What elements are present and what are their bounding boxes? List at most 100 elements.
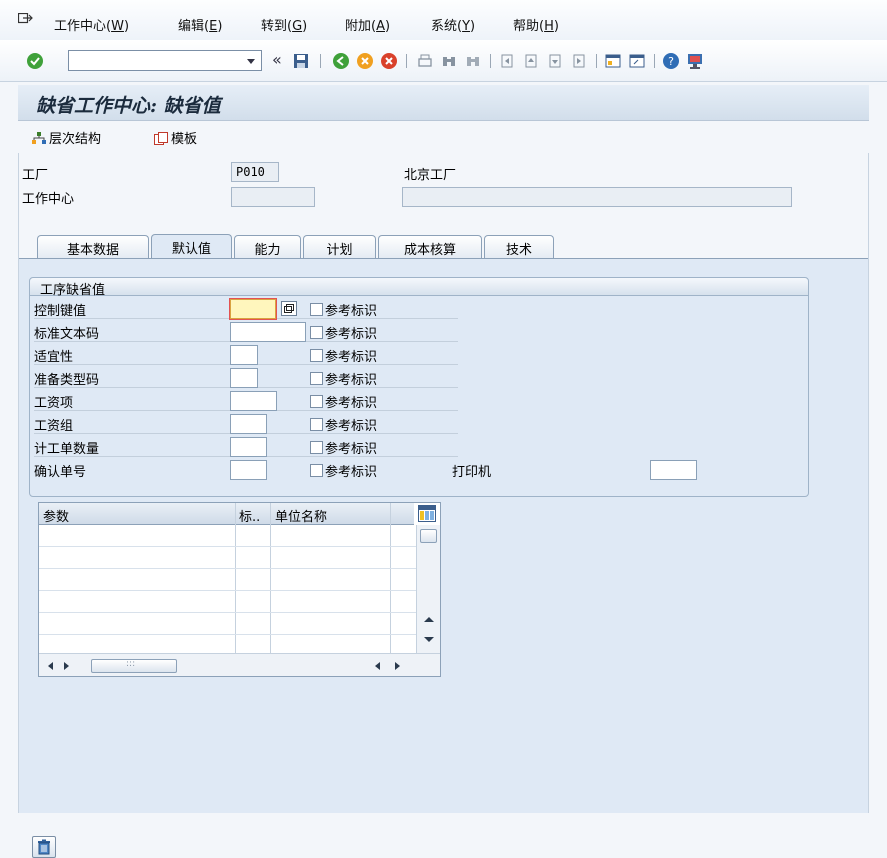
tab-default-values[interactable]: 默认值 (151, 234, 232, 259)
toolbar-separator (406, 54, 407, 68)
column-header-flag[interactable]: 标.. (239, 506, 260, 525)
menu-extras[interactable]: 附加(A) (345, 15, 390, 34)
suitability-ref-label: 参考标识 (325, 350, 378, 365)
confirmation-number-field[interactable] (230, 460, 267, 480)
table-row[interactable] (39, 590, 416, 591)
tab-costing[interactable]: 成本核算 (378, 235, 482, 258)
tab-scheduling[interactable]: 计划 (303, 235, 376, 258)
customize-layout-icon[interactable] (686, 52, 704, 70)
column-divider (390, 503, 391, 653)
menu-edit[interactable]: 编辑(E) (178, 15, 222, 34)
matchcode-icon[interactable] (281, 301, 297, 316)
table-horizontal-scrollbar[interactable]: ::: (39, 653, 440, 676)
setup-type-key-field[interactable] (230, 368, 258, 388)
template-button[interactable]: 模板 (154, 128, 197, 147)
suitability-ref-checkbox[interactable] (310, 349, 323, 362)
scroll-up-icon[interactable] (424, 617, 434, 622)
toolbar-separator (490, 54, 491, 68)
column-header-parameter[interactable]: 参数 (43, 506, 69, 525)
column-divider (235, 503, 236, 653)
cancel-icon[interactable] (380, 52, 398, 70)
printer-field[interactable] (650, 460, 697, 480)
table-row[interactable] (39, 568, 416, 569)
hierarchy-icon (32, 132, 46, 144)
confirmation-number-ref-label: 参考标识 (325, 465, 378, 480)
last-page-icon[interactable] (570, 52, 588, 70)
horizontal-scroll-thumb[interactable]: ::: (91, 659, 177, 673)
application-toolbar: 层次结构 模板 (18, 121, 869, 153)
trash-icon (38, 839, 50, 855)
column-header-unit-name[interactable]: 单位名称 (275, 506, 327, 525)
command-dropdown-button[interactable] (240, 50, 262, 71)
confirmation-number-ref-checkbox[interactable] (310, 464, 323, 477)
menu-exit-icon[interactable] (18, 13, 34, 27)
menu-help[interactable]: 帮助(H) (513, 15, 559, 34)
control-key-label: 控制键值 (34, 304, 87, 319)
new-session-icon[interactable] (604, 52, 622, 70)
table-settings-icon[interactable] (418, 505, 436, 522)
standard-toolbar: « ? (0, 40, 887, 82)
command-field[interactable] (68, 50, 262, 71)
wage-group-field[interactable] (230, 414, 267, 434)
printer-label: 打印机 (452, 465, 492, 480)
tab-technical[interactable]: 技术 (484, 235, 554, 258)
first-page-icon[interactable] (498, 52, 516, 70)
shortcut-icon[interactable] (628, 52, 646, 70)
print-icon[interactable] (416, 52, 434, 70)
scroll-right-icon-2[interactable] (395, 662, 400, 670)
plant-field[interactable]: P010 (231, 162, 279, 182)
exit-icon[interactable] (356, 52, 374, 70)
double-left-arrow-icon[interactable]: « (272, 50, 290, 69)
find-next-icon[interactable] (464, 52, 482, 70)
wage-type-ref-checkbox[interactable] (310, 395, 323, 408)
standard-text-key-label: 标准文本码 (34, 327, 100, 342)
enter-check-icon[interactable] (26, 52, 44, 70)
next-page-icon[interactable] (546, 52, 564, 70)
menu-workcenter[interactable]: 工作中心(W) (54, 15, 129, 34)
table-vertical-scrollbar[interactable] (416, 525, 440, 653)
operation-defaults-group: 工序缺省值 控制键值 参考标识 标准文本码 参考标识 适宜性 参考标识 准备类型… (29, 277, 809, 497)
control-key-field[interactable] (230, 299, 276, 319)
workcenter-field[interactable] (231, 187, 315, 207)
tab-basic-data[interactable]: 基本数据 (37, 235, 149, 258)
standard-text-key-ref-label: 参考标识 (325, 327, 378, 342)
control-key-ref-label: 参考标识 (325, 304, 378, 319)
table-row[interactable] (39, 546, 416, 547)
find-icon[interactable] (440, 52, 458, 70)
time-tickets-field[interactable] (230, 437, 267, 457)
time-tickets-label: 计工单数量 (34, 442, 100, 457)
scroll-down-icon[interactable] (424, 637, 434, 642)
hierarchy-button[interactable]: 层次结构 (32, 128, 101, 147)
toolbar-separator (596, 54, 597, 68)
delete-button[interactable] (32, 836, 56, 858)
suitability-label: 适宜性 (34, 350, 74, 365)
confirmation-number-label: 确认单号 (34, 465, 87, 480)
time-tickets-ref-checkbox[interactable] (310, 441, 323, 454)
scroll-left-icon-2[interactable] (375, 662, 380, 670)
vertical-scroll-thumb[interactable] (420, 529, 437, 543)
menu-goto[interactable]: 转到(G) (261, 15, 307, 34)
suitability-field[interactable] (230, 345, 258, 365)
standard-text-key-field[interactable] (230, 322, 306, 342)
wage-type-field[interactable] (230, 391, 277, 411)
setup-type-key-ref-checkbox[interactable] (310, 372, 323, 385)
main-area: 工厂 P010 北京工厂 工作中心 基本数据 默认值 能力 计划 成本核算 技术… (18, 153, 869, 858)
tab-capacity[interactable]: 能力 (234, 235, 301, 258)
table-row[interactable] (39, 634, 416, 635)
toolbar-separator (654, 54, 655, 68)
menu-system[interactable]: 系统(Y) (431, 15, 475, 34)
control-key-ref-checkbox[interactable] (310, 303, 323, 316)
wage-group-ref-checkbox[interactable] (310, 418, 323, 431)
table-row[interactable] (39, 612, 416, 613)
workcenter-description-field[interactable] (402, 187, 792, 207)
wage-group-ref-label: 参考标识 (325, 419, 378, 434)
standard-text-key-ref-checkbox[interactable] (310, 326, 323, 339)
scroll-right-icon[interactable] (64, 662, 69, 670)
previous-page-icon[interactable] (522, 52, 540, 70)
back-icon[interactable] (332, 52, 350, 70)
wage-type-ref-label: 参考标识 (325, 396, 378, 411)
column-divider (270, 503, 271, 653)
save-icon[interactable] (292, 52, 310, 70)
scroll-left-icon[interactable] (48, 662, 53, 670)
help-icon[interactable]: ? (662, 52, 680, 70)
